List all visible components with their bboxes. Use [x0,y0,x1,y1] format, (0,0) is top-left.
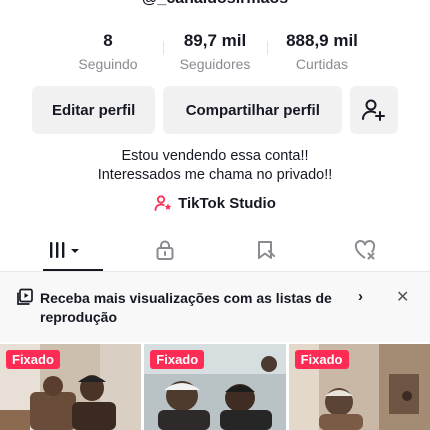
share-profile-button[interactable]: Compartilhar perfil [163,86,343,134]
edit-profile-button[interactable]: Editar perfil [32,86,156,134]
tab-liked[interactable] [315,228,415,272]
chevron-right-icon[interactable]: › [358,288,363,305]
video-thumbnail[interactable]: Fixado [288,344,430,430]
bookmark-icon [258,241,275,259]
add-friend-button[interactable] [350,86,399,134]
stat-followers-label: Seguidores [179,56,251,72]
stat-divider [163,41,164,55]
tab-saved[interactable] [215,228,315,272]
studio-label: TikTok Studio [178,194,276,212]
banner-text: Receba mais visualizações com as listas … [40,290,332,325]
bio-line: Interessados me chama no privado!! [97,167,333,183]
bio-line: Estou vendendo essa conta!! [121,148,309,164]
close-icon[interactable]: ✕ [396,287,409,307]
pinned-badge: Fixado [150,350,205,369]
stat-following-label: Seguindo [78,56,138,72]
profile-username: @_canaldosirmaos [0,0,430,8]
profile-bio: Estou vendendo essa conta!! Interessados… [0,147,430,185]
lock-icon [156,240,174,260]
tiktok-studio-link[interactable]: TikTok Studio [0,194,430,212]
video-thumbnail[interactable]: Fixado [0,344,142,430]
profile-stats: 8 Seguindo 89,7 mil Seguidores 888,9 mil… [55,30,375,76]
stat-likes[interactable]: 888,9 mil Curtidas [269,30,375,76]
playlist-banner[interactable]: Receba mais visualizações com as listas … [0,272,430,342]
liked-heart-icon [354,240,376,260]
tab-videos[interactable] [15,228,115,272]
stat-following-value: 8 [103,31,113,50]
profile-tabs [0,228,430,272]
stat-divider [267,41,268,55]
pinned-badge: Fixado [294,350,349,369]
stat-likes-value: 888,9 mil [286,31,358,50]
studio-icon [154,195,172,211]
tab-private[interactable] [115,228,215,272]
stat-followers-value: 89,7 mil [183,31,247,50]
stat-followers[interactable]: 89,7 mil Seguidores [162,30,268,76]
add-user-icon [362,99,386,121]
playlist-icon [17,288,33,305]
profile-actions: Editar perfil Compartilhar perfil [32,86,399,134]
pinned-badge: Fixado [6,350,60,369]
grid-icon [50,242,79,258]
video-thumbnail[interactable]: Fixado [144,344,286,430]
stat-following[interactable]: 8 Seguindo [55,30,161,76]
stat-likes-label: Curtidas [295,56,349,72]
video-grid: Fixado Fixado Fixado [0,344,430,430]
